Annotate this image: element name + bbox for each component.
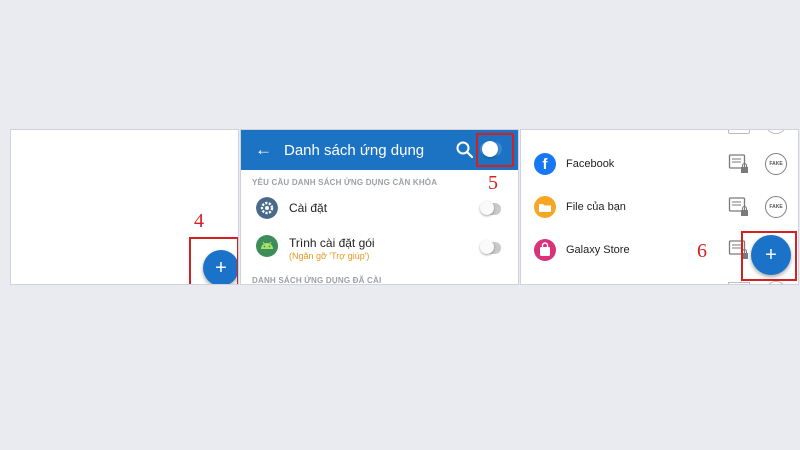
settings-gear-icon — [256, 197, 278, 219]
list-item-label: Cài đặt — [289, 201, 328, 215]
switch-knob — [480, 240, 494, 254]
step-number-6: 6 — [697, 240, 707, 262]
app-label: Galaxy Store — [566, 244, 630, 256]
galaxy-store-bag-icon — [534, 239, 556, 261]
highlight-box-add-button — [189, 237, 238, 284]
lock-switch[interactable] — [480, 201, 501, 215]
android-installer-icon — [256, 235, 278, 257]
fake-button[interactable]: FAKE — [765, 153, 787, 175]
panel-app-list: ← Danh sách ứng dụng YÊU CẦU DANH SÁCH Ứ… — [240, 129, 519, 285]
list-item-sublabel: (Ngăn gỡ 'Trợ giúp') — [289, 251, 370, 261]
switch-knob — [480, 201, 494, 215]
panel-empty-list: + — [10, 129, 239, 285]
partial-lock-icon — [728, 130, 750, 134]
section-header-lock-request: YÊU CẦU DANH SÁCH ỨNG DỤNG CẦN KHÓA — [252, 178, 438, 187]
app-label: File của bạn — [566, 201, 626, 213]
highlight-box-add-app-button — [741, 231, 797, 281]
page-title: Danh sách ứng dụng — [284, 141, 425, 159]
my-files-folder-icon — [534, 196, 556, 218]
facebook-icon: f — [534, 153, 556, 175]
highlight-box-toggle — [476, 133, 514, 167]
partial-lock-icon — [728, 282, 750, 284]
list-item-label: Trình cài đặt gói — [289, 236, 375, 250]
section-header-installed: DANH SÁCH ỨNG DỤNG ĐÃ CÀI — [252, 276, 382, 285]
message-lock-icon[interactable] — [728, 196, 750, 218]
lock-switch[interactable] — [480, 240, 501, 254]
partial-fake-button — [765, 281, 787, 284]
back-arrow-icon[interactable]: ← — [255, 140, 272, 160]
step-number-5: 5 — [488, 172, 498, 194]
step-number-4: 4 — [194, 210, 204, 232]
search-icon[interactable] — [455, 140, 475, 160]
panel-locked-apps: f Facebook FAKE File của bạn FAKE Galaxy… — [520, 129, 799, 285]
message-lock-icon[interactable] — [728, 153, 750, 175]
fake-button[interactable]: FAKE — [765, 196, 787, 218]
partial-fake-button — [765, 130, 787, 134]
app-label: Facebook — [566, 158, 615, 170]
